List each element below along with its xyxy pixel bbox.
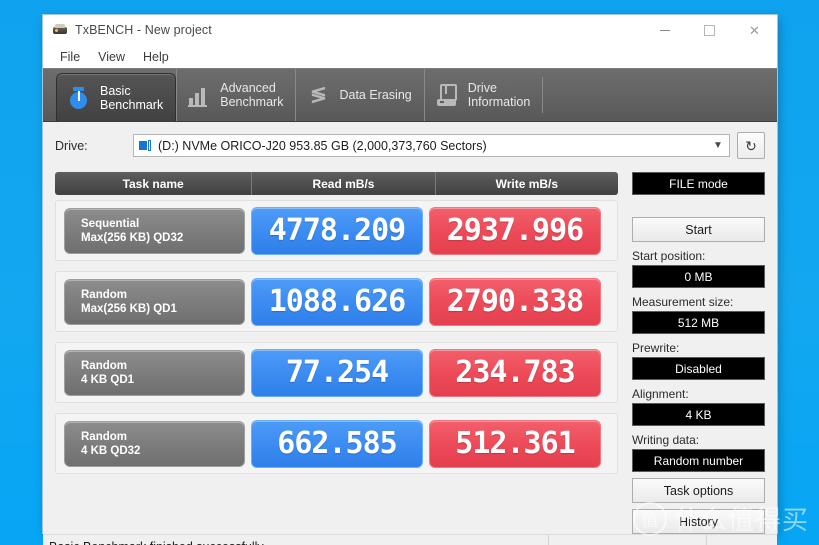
- history-button[interactable]: History: [632, 509, 765, 534]
- status-message: Basic Benchmark finished successfully.: [43, 535, 549, 545]
- writing-data-label: Writing data:: [632, 433, 700, 447]
- menu-bar: File View Help: [43, 45, 777, 68]
- read-value-box: 1088.626: [251, 277, 423, 326]
- status-segment-1: [549, 535, 707, 545]
- read-value: 77.254: [285, 355, 389, 390]
- file-mode-button[interactable]: FILE mode: [632, 172, 765, 195]
- task-name-line2: 4 KB QD1: [81, 373, 135, 386]
- drive-select-value: (D:) NVMe ORICO-J20 953.85 GB (2,000,373…: [158, 138, 487, 153]
- read-value: 662.585: [277, 426, 397, 461]
- write-value-box: 2937.996: [429, 206, 601, 255]
- results-panel: Task name Read mB/s Write mB/s Sequentia…: [55, 172, 618, 534]
- alignment-label: Alignment:: [632, 387, 689, 401]
- alignment-value[interactable]: 4 KB: [632, 403, 765, 426]
- table-row: Random Max(256 KB) QD1 1088.626 2790.338: [55, 271, 618, 332]
- table-row: Random 4 KB QD32 662.585 512.361: [55, 413, 618, 474]
- drive-info-icon: [434, 82, 460, 108]
- menu-item-view[interactable]: View: [90, 48, 133, 66]
- title-bar: TxBENCH - New project ✕: [43, 15, 777, 45]
- read-value-box: 77.254: [251, 348, 423, 397]
- write-value: 2790.338: [446, 284, 584, 319]
- write-value-box: 234.783: [429, 348, 601, 397]
- read-value-box: 4778.209: [251, 206, 423, 255]
- refresh-icon: ↻: [745, 137, 757, 154]
- application-window: TxBENCH - New project ✕ File View Help B…: [43, 15, 777, 545]
- tab-strip-divider: [542, 77, 544, 113]
- window-title: TxBENCH - New project: [75, 23, 212, 37]
- write-value: 2937.996: [446, 213, 584, 248]
- drive-select-icon: [139, 139, 152, 152]
- write-value-box: 512.361: [429, 419, 601, 468]
- chevron-down-icon[interactable]: ▼: [709, 140, 727, 151]
- task-name-line2: Max(256 KB) QD32: [81, 231, 184, 244]
- measurement-size-label: Measurement size:: [632, 295, 734, 309]
- window-controls: ✕: [642, 15, 777, 45]
- start-position-label: Start position:: [632, 249, 706, 263]
- task-name-line1: Random: [81, 288, 127, 301]
- column-header-task-name: Task name: [122, 176, 184, 191]
- maximize-button[interactable]: [687, 15, 732, 45]
- start-position-value[interactable]: 0 MB: [632, 265, 765, 288]
- column-header-read: Read mB/s: [251, 172, 434, 195]
- read-value-box: 662.585: [251, 419, 423, 468]
- tab-data-erasing[interactable]: ≶ Data Erasing: [295, 69, 423, 121]
- task-name-box[interactable]: Random 4 KB QD32: [64, 420, 245, 467]
- drive-label: Drive:: [55, 138, 88, 153]
- tab-advanced-benchmark-label: Advanced Benchmark: [220, 81, 284, 109]
- task-name-line1: Random: [81, 359, 127, 372]
- refresh-button[interactable]: ↻: [737, 132, 765, 159]
- minimize-icon: [659, 29, 670, 31]
- shred-wave-icon: ≶: [310, 84, 327, 106]
- task-name-box[interactable]: Random Max(256 KB) QD1: [64, 278, 245, 325]
- tab-advanced-benchmark[interactable]: Advanced Benchmark: [176, 69, 295, 121]
- maximize-icon: [704, 24, 715, 36]
- tab-data-erasing-label: Data Erasing: [339, 88, 412, 102]
- bar-chart-icon: [186, 82, 212, 108]
- task-name-line2: 4 KB QD32: [81, 444, 141, 457]
- table-row: Sequential Max(256 KB) QD32 4778.209 293…: [55, 200, 618, 261]
- write-value: 512.361: [455, 426, 575, 461]
- menu-item-help[interactable]: Help: [135, 48, 177, 66]
- task-name-box[interactable]: Sequential Max(256 KB) QD32: [64, 207, 245, 254]
- write-value-box: 2790.338: [429, 277, 601, 326]
- results-header-row: Task name Read mB/s Write mB/s: [55, 172, 618, 195]
- status-segment-2: [707, 535, 777, 545]
- write-value: 234.783: [455, 355, 575, 390]
- task-options-button[interactable]: Task options: [632, 478, 765, 503]
- results-rows: Sequential Max(256 KB) QD32 4778.209 293…: [55, 200, 618, 484]
- close-icon: ✕: [749, 22, 760, 38]
- tab-drive-information-label: Drive Information: [467, 81, 531, 109]
- task-name-line1: Sequential: [81, 217, 140, 230]
- tab-strip: Basic Benchmark Advanced Benchmark ≶ Dat…: [43, 68, 777, 122]
- prewrite-label: Prewrite:: [632, 341, 680, 355]
- drive-select[interactable]: (D:) NVMe ORICO-J20 953.85 GB (2,000,373…: [133, 134, 730, 157]
- close-button[interactable]: ✕: [732, 15, 777, 45]
- writing-data-value[interactable]: Random number: [632, 449, 765, 472]
- tab-drive-information[interactable]: Drive Information: [423, 69, 543, 121]
- stopwatch-icon: [66, 85, 92, 111]
- tab-basic-benchmark-label: Basic Benchmark: [100, 83, 164, 112]
- task-name-line1: Random: [81, 430, 127, 443]
- drive-selector-row: Drive: (D:) NVMe ORICO-J20 953.85 GB (2,…: [43, 122, 777, 159]
- column-header-write: Write mB/s: [434, 172, 618, 195]
- content-area: Drive: (D:) NVMe ORICO-J20 953.85 GB (2,…: [43, 122, 777, 545]
- start-button[interactable]: Start: [632, 217, 765, 242]
- options-panel: FILE mode Start Start position: 0 MB Mea…: [618, 172, 765, 534]
- table-row: Random 4 KB QD1 77.254 234.783: [55, 342, 618, 403]
- main-split: Task name Read mB/s Write mB/s Sequentia…: [43, 159, 777, 534]
- status-bar: Basic Benchmark finished successfully.: [43, 534, 777, 545]
- read-value: 4778.209: [268, 213, 406, 248]
- measurement-size-value[interactable]: 512 MB: [632, 311, 765, 334]
- task-name-box[interactable]: Random 4 KB QD1: [64, 349, 245, 396]
- prewrite-value[interactable]: Disabled: [632, 357, 765, 380]
- minimize-button[interactable]: [642, 15, 687, 45]
- menu-item-file[interactable]: File: [52, 48, 88, 66]
- read-value: 1088.626: [268, 284, 406, 319]
- app-drive-icon: [52, 22, 68, 38]
- task-name-line2: Max(256 KB) QD1: [81, 302, 177, 315]
- tab-basic-benchmark[interactable]: Basic Benchmark: [56, 73, 177, 121]
